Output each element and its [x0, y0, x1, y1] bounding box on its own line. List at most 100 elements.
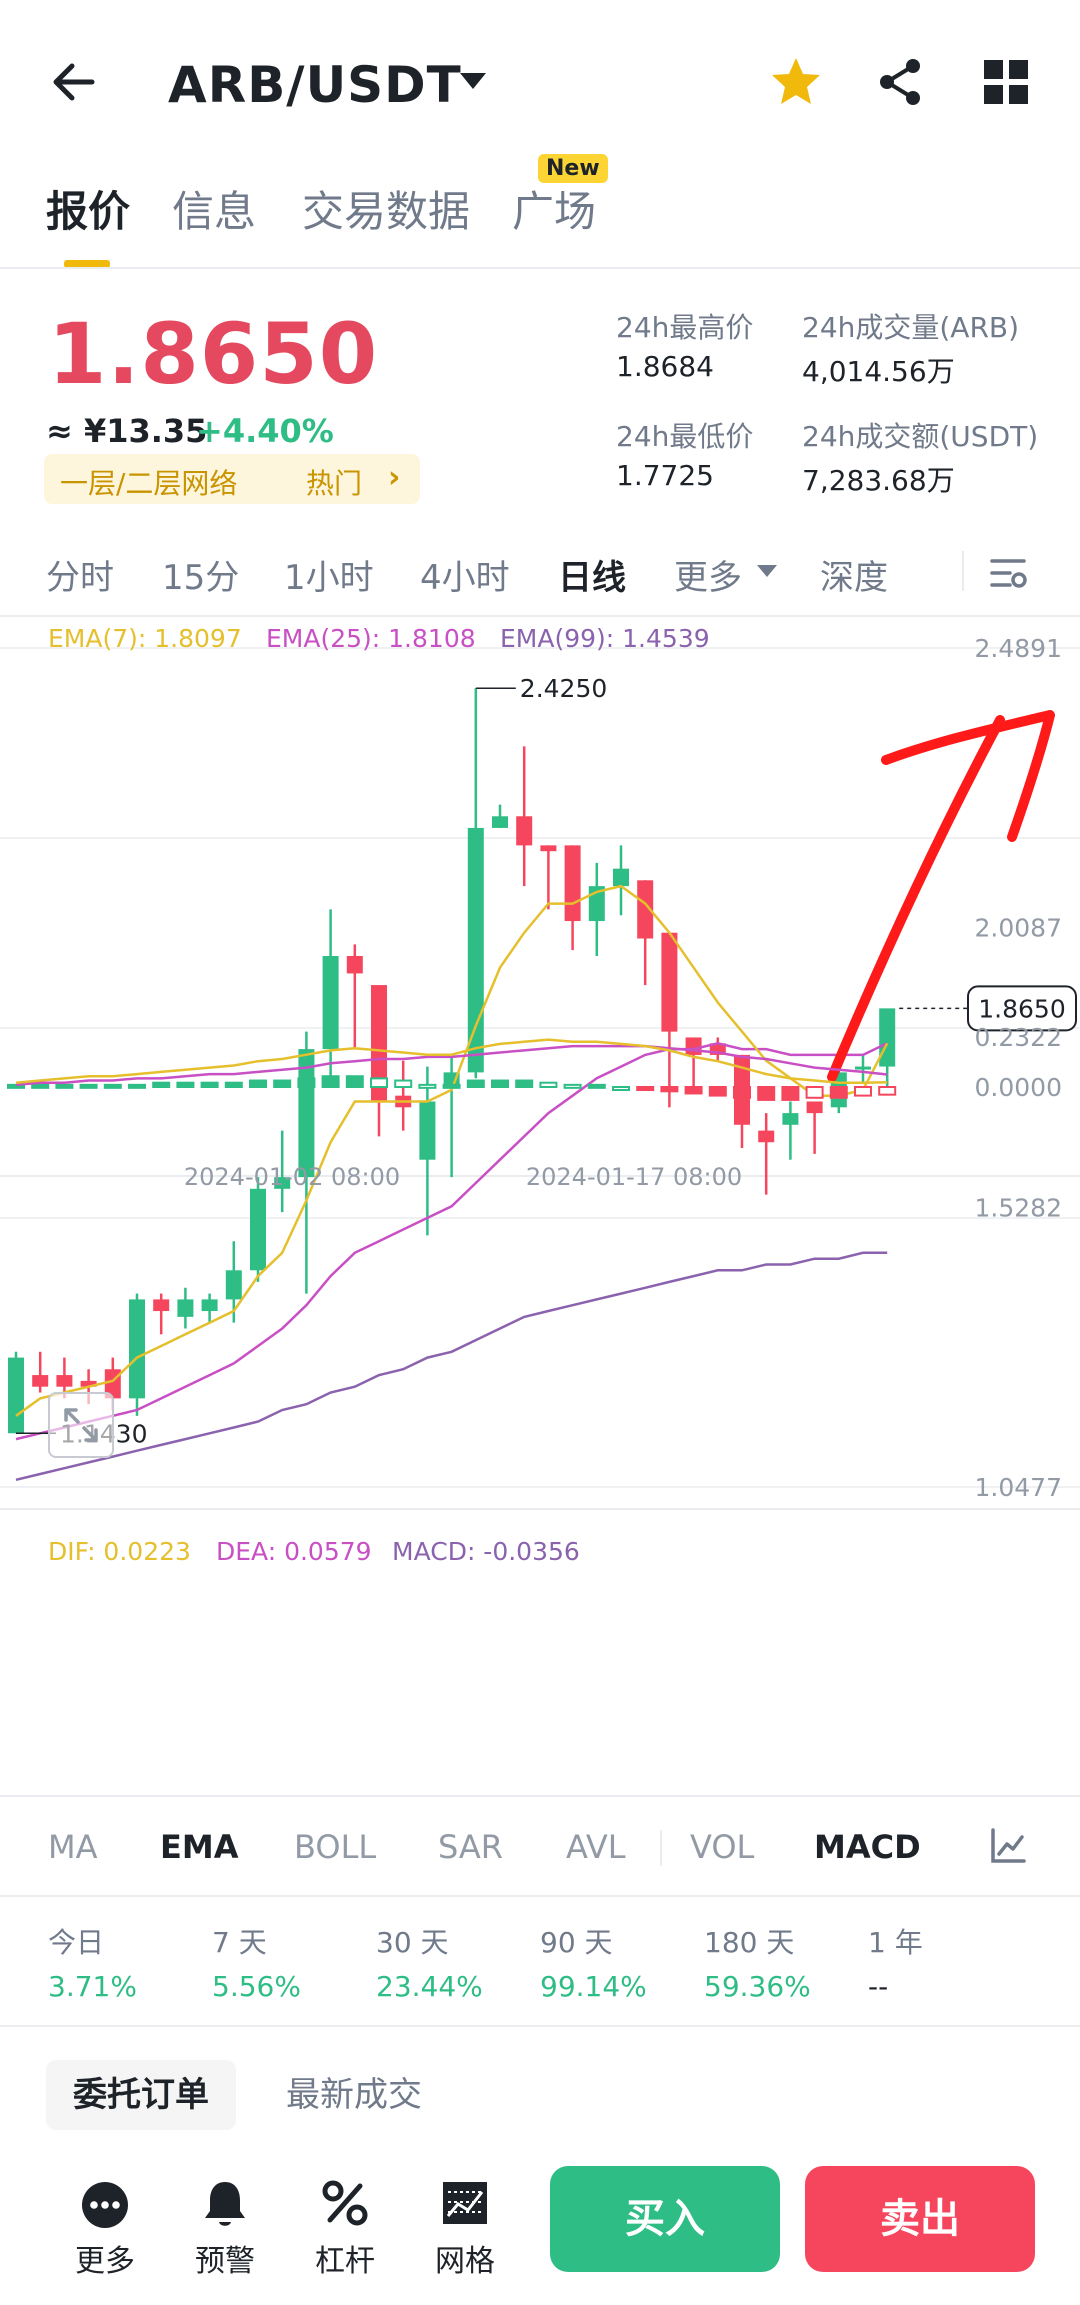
macd-bar [297, 1077, 316, 1089]
expand-icon [64, 1408, 98, 1442]
perf-value-30d: 23.44% [376, 1970, 483, 2003]
volume-arb-label: 24h成交量(ARB) [802, 311, 1020, 344]
interval-4h[interactable]: 4小时 [420, 550, 510, 599]
divider [0, 267, 1080, 269]
caret-down-icon[interactable] [458, 70, 488, 92]
tab-quote[interactable]: 报价 [46, 178, 130, 239]
macd-bar [660, 1086, 679, 1093]
macd-bar [539, 1081, 558, 1088]
indicator-boll[interactable]: BOLL [294, 1828, 376, 1866]
bell-icon[interactable] [200, 2178, 250, 2230]
macd-bar [103, 1083, 122, 1089]
macd-bar [563, 1083, 582, 1089]
candle [613, 868, 629, 887]
candle [661, 932, 678, 1032]
time-axis-label: 2024-01-02 08:00 [184, 1163, 400, 1191]
caret-down-icon [757, 565, 777, 577]
candle [758, 1130, 775, 1143]
candle [564, 845, 581, 922]
macd-bar [224, 1081, 243, 1088]
pair-title[interactable]: ARB/USDT [168, 56, 462, 114]
macd-bar [708, 1086, 727, 1097]
leverage-label: 杠杆 [315, 2244, 375, 2279]
share-icon[interactable] [870, 52, 930, 112]
category-tag[interactable]: 一层/二层网络 热门 › [44, 454, 420, 504]
buy-button[interactable]: 买入 [550, 2166, 780, 2272]
fullscreen-button[interactable] [48, 1392, 114, 1458]
perf-label-30d: 30 天 [376, 1926, 449, 1959]
perf-label-7d: 7 天 [212, 1926, 267, 1959]
more-icon[interactable] [80, 2180, 130, 2230]
macd-bar [418, 1083, 437, 1089]
macd-bar [200, 1081, 219, 1088]
macd-bar [612, 1086, 630, 1091]
macd-axis-label: 0.2322 [975, 1023, 1062, 1052]
divider [0, 1795, 1080, 1797]
candle [225, 1270, 242, 1300]
candlestick-chart[interactable]: 2.48912.00871.52821.04772.42501.14301.86… [0, 615, 1080, 1795]
tab-square[interactable]: 广场 [512, 178, 596, 239]
star-icon[interactable] [766, 52, 826, 112]
divider [0, 2025, 1080, 2027]
macd-bar [491, 1079, 509, 1088]
more-label: 更多 [75, 2244, 135, 2279]
indicator-ema[interactable]: EMA [160, 1828, 238, 1866]
grid-menu-icon[interactable] [976, 52, 1036, 112]
perf-value-180d: 59.36% [704, 1970, 811, 2003]
price-change: +4.40% [196, 412, 334, 450]
chevron-right-icon: › [388, 460, 401, 495]
interval-depth[interactable]: 深度 [820, 550, 888, 599]
candle [322, 955, 339, 1050]
macd-bar [733, 1086, 751, 1099]
macd-legend: MACD: -0.0356 [392, 1537, 580, 1566]
sell-button[interactable]: 卖出 [805, 2166, 1035, 2272]
candle [419, 1101, 436, 1160]
price-axis-label: 2.0087 [975, 914, 1062, 943]
dif-legend: DIF: 0.0223 [48, 1537, 191, 1566]
macd-axis-label: 0.0000 [975, 1073, 1062, 1102]
chart-settings-icon[interactable] [988, 553, 1028, 593]
candle [685, 1037, 702, 1055]
tab-trading-data[interactable]: 交易数据 [302, 178, 470, 239]
candle [129, 1299, 145, 1399]
macd-bar [515, 1079, 534, 1088]
tab-info[interactable]: 信息 [172, 178, 256, 239]
indicator-macd[interactable]: MACD [814, 1828, 921, 1866]
candle [250, 1188, 266, 1271]
macd-bar [176, 1081, 195, 1088]
indicator-sar[interactable]: SAR [438, 1828, 503, 1866]
interval-time-sharing[interactable]: 分时 [46, 550, 114, 599]
macd-bar [321, 1075, 340, 1089]
ema25-legend: EMA(25): 1.8108 [266, 624, 476, 653]
tab-latest-trades[interactable]: 最新成交 [286, 2060, 422, 2130]
perf-label-180d: 180 天 [704, 1926, 795, 1959]
back-arrow-icon[interactable] [44, 52, 104, 112]
price-axis-label: 2.4891 [975, 634, 1062, 663]
macd-bar [394, 1079, 413, 1088]
macd-bar [587, 1083, 606, 1089]
macd-bar [829, 1086, 848, 1099]
low-value: 1.7725 [616, 459, 714, 492]
volume-usdt-label: 24h成交额(USDT) [802, 420, 1039, 453]
indicator-settings-icon[interactable] [988, 1826, 1028, 1866]
indicator-ma[interactable]: MA [48, 1828, 98, 1866]
interval-15m[interactable]: 15分 [162, 550, 239, 599]
grid-trading-icon[interactable] [440, 2178, 490, 2228]
price-axis-label: 1.5282 [975, 1193, 1062, 1222]
macd-bar [152, 1081, 171, 1088]
perf-label-1y: 1 年 [868, 1926, 923, 1959]
volume-usdt-value: 7,283.68万 [802, 464, 955, 497]
interval-1h[interactable]: 1小时 [284, 550, 374, 599]
interval-more[interactable]: 更多 [674, 550, 742, 599]
interval-1d[interactable]: 日线 [558, 550, 626, 599]
indicator-avl[interactable]: AVL [566, 1828, 626, 1866]
indicator-vol[interactable]: VOL [690, 1828, 754, 1866]
tab-open-orders[interactable]: 委托订单 [46, 2060, 236, 2130]
tag-hot-label: 热门 [306, 467, 363, 500]
macd-bar [345, 1075, 364, 1089]
leverage-icon[interactable] [320, 2178, 370, 2228]
divider [0, 1895, 1080, 1897]
candle [201, 1299, 218, 1312]
macd-bar [636, 1086, 655, 1091]
ema99-legend: EMA(99): 1.4539 [500, 624, 710, 653]
